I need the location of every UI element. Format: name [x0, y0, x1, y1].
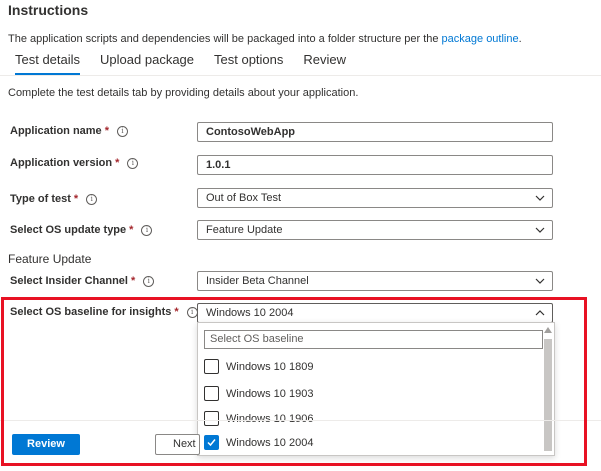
tab-hint: Complete the test details tab by providi…: [8, 87, 359, 99]
description-suffix: .: [518, 33, 522, 45]
required-marker: *: [115, 157, 120, 169]
required-marker: *: [73, 193, 79, 205]
required-marker: *: [130, 275, 136, 287]
os-update-type-dropdown[interactable]: Feature Update: [197, 220, 553, 240]
tab-bar: Test details Upload package Test options…: [15, 52, 366, 75]
tab-test-details[interactable]: Test details: [15, 52, 81, 75]
app-name-label-text: Application name: [10, 125, 102, 137]
required-marker: *: [104, 125, 109, 137]
chevron-down-icon: [535, 195, 545, 201]
insider-channel-label-text: Select Insider Channel: [10, 275, 128, 287]
page-title: Instructions: [8, 2, 89, 18]
required-marker: *: [129, 224, 134, 236]
app-version-label: Application version * i: [10, 157, 139, 169]
feature-update-heading: Feature Update: [8, 252, 92, 266]
tab-test-options[interactable]: Test options: [214, 52, 283, 75]
info-icon[interactable]: i: [141, 225, 153, 236]
chevron-down-icon: [535, 278, 545, 284]
test-type-label-text: Type of test: [10, 193, 71, 205]
description-text: The application scripts and dependencies…: [8, 33, 442, 45]
tab-upload-package[interactable]: Upload package: [100, 52, 194, 75]
tab-divider: [0, 75, 601, 76]
app-name-input[interactable]: ContosoWebApp: [197, 122, 553, 142]
highlight-box: [1, 297, 587, 466]
test-type-value: Out of Box Test: [206, 192, 282, 204]
insider-channel-label: Select Insider Channel * i: [10, 275, 155, 287]
chevron-down-icon: [535, 227, 545, 233]
os-update-type-label: Select OS update type * i: [10, 224, 153, 236]
test-type-label: Type of test * i: [10, 193, 98, 205]
app-version-label-text: Application version: [10, 157, 113, 169]
page-description: The application scripts and dependencies…: [8, 33, 522, 45]
app-version-input[interactable]: 1.0.1: [197, 155, 553, 175]
app-name-label: Application name * i: [10, 125, 128, 137]
info-icon[interactable]: i: [116, 126, 128, 137]
os-update-type-value: Feature Update: [206, 224, 283, 236]
insider-channel-dropdown[interactable]: Insider Beta Channel: [197, 271, 553, 291]
info-icon[interactable]: i: [127, 158, 139, 169]
os-update-type-label-text: Select OS update type: [10, 224, 127, 236]
info-icon[interactable]: i: [143, 276, 155, 287]
package-outline-link[interactable]: package outline: [442, 33, 519, 45]
insider-channel-value: Insider Beta Channel: [206, 275, 309, 287]
tab-review[interactable]: Review: [303, 52, 346, 75]
test-type-dropdown[interactable]: Out of Box Test: [197, 188, 553, 208]
info-icon[interactable]: i: [86, 194, 98, 205]
